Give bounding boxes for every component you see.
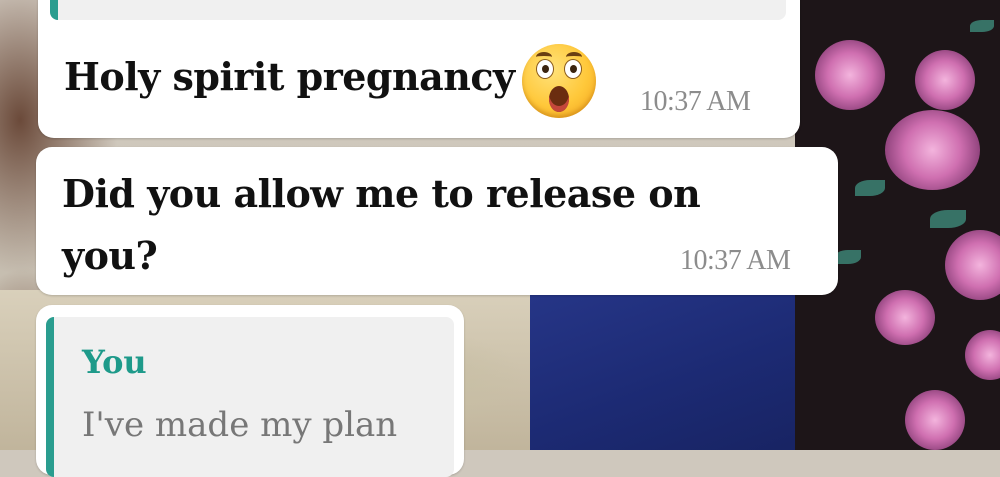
quoted-message[interactable]: You I've made my plan bbox=[46, 317, 454, 477]
message-text: Holy spirit pregnancy bbox=[64, 54, 515, 99]
message-text-line-2: you? bbox=[62, 233, 158, 278]
astonished-face-emoji-icon bbox=[522, 44, 596, 118]
message-timestamp: 10:37 AM bbox=[680, 245, 791, 276]
quote-text: I've made my plan bbox=[82, 405, 398, 445]
message-bubble[interactable]: Did you allow me to release on you? 10:3… bbox=[36, 147, 838, 295]
chat-area[interactable]: Holy spirit pregnancy 10:37 AM Did you a… bbox=[0, 0, 1000, 477]
quoted-message-partial[interactable] bbox=[50, 0, 786, 20]
message-bubble-top-partial[interactable]: Holy spirit pregnancy 10:37 AM bbox=[38, 0, 800, 138]
quote-accent-bar bbox=[50, 0, 58, 20]
quote-accent-bar bbox=[46, 317, 54, 477]
message-timestamp: 10:37 AM bbox=[640, 86, 751, 117]
message-text-line-1: Did you allow me to release on bbox=[62, 171, 701, 216]
quote-sender-name: You bbox=[82, 343, 147, 381]
